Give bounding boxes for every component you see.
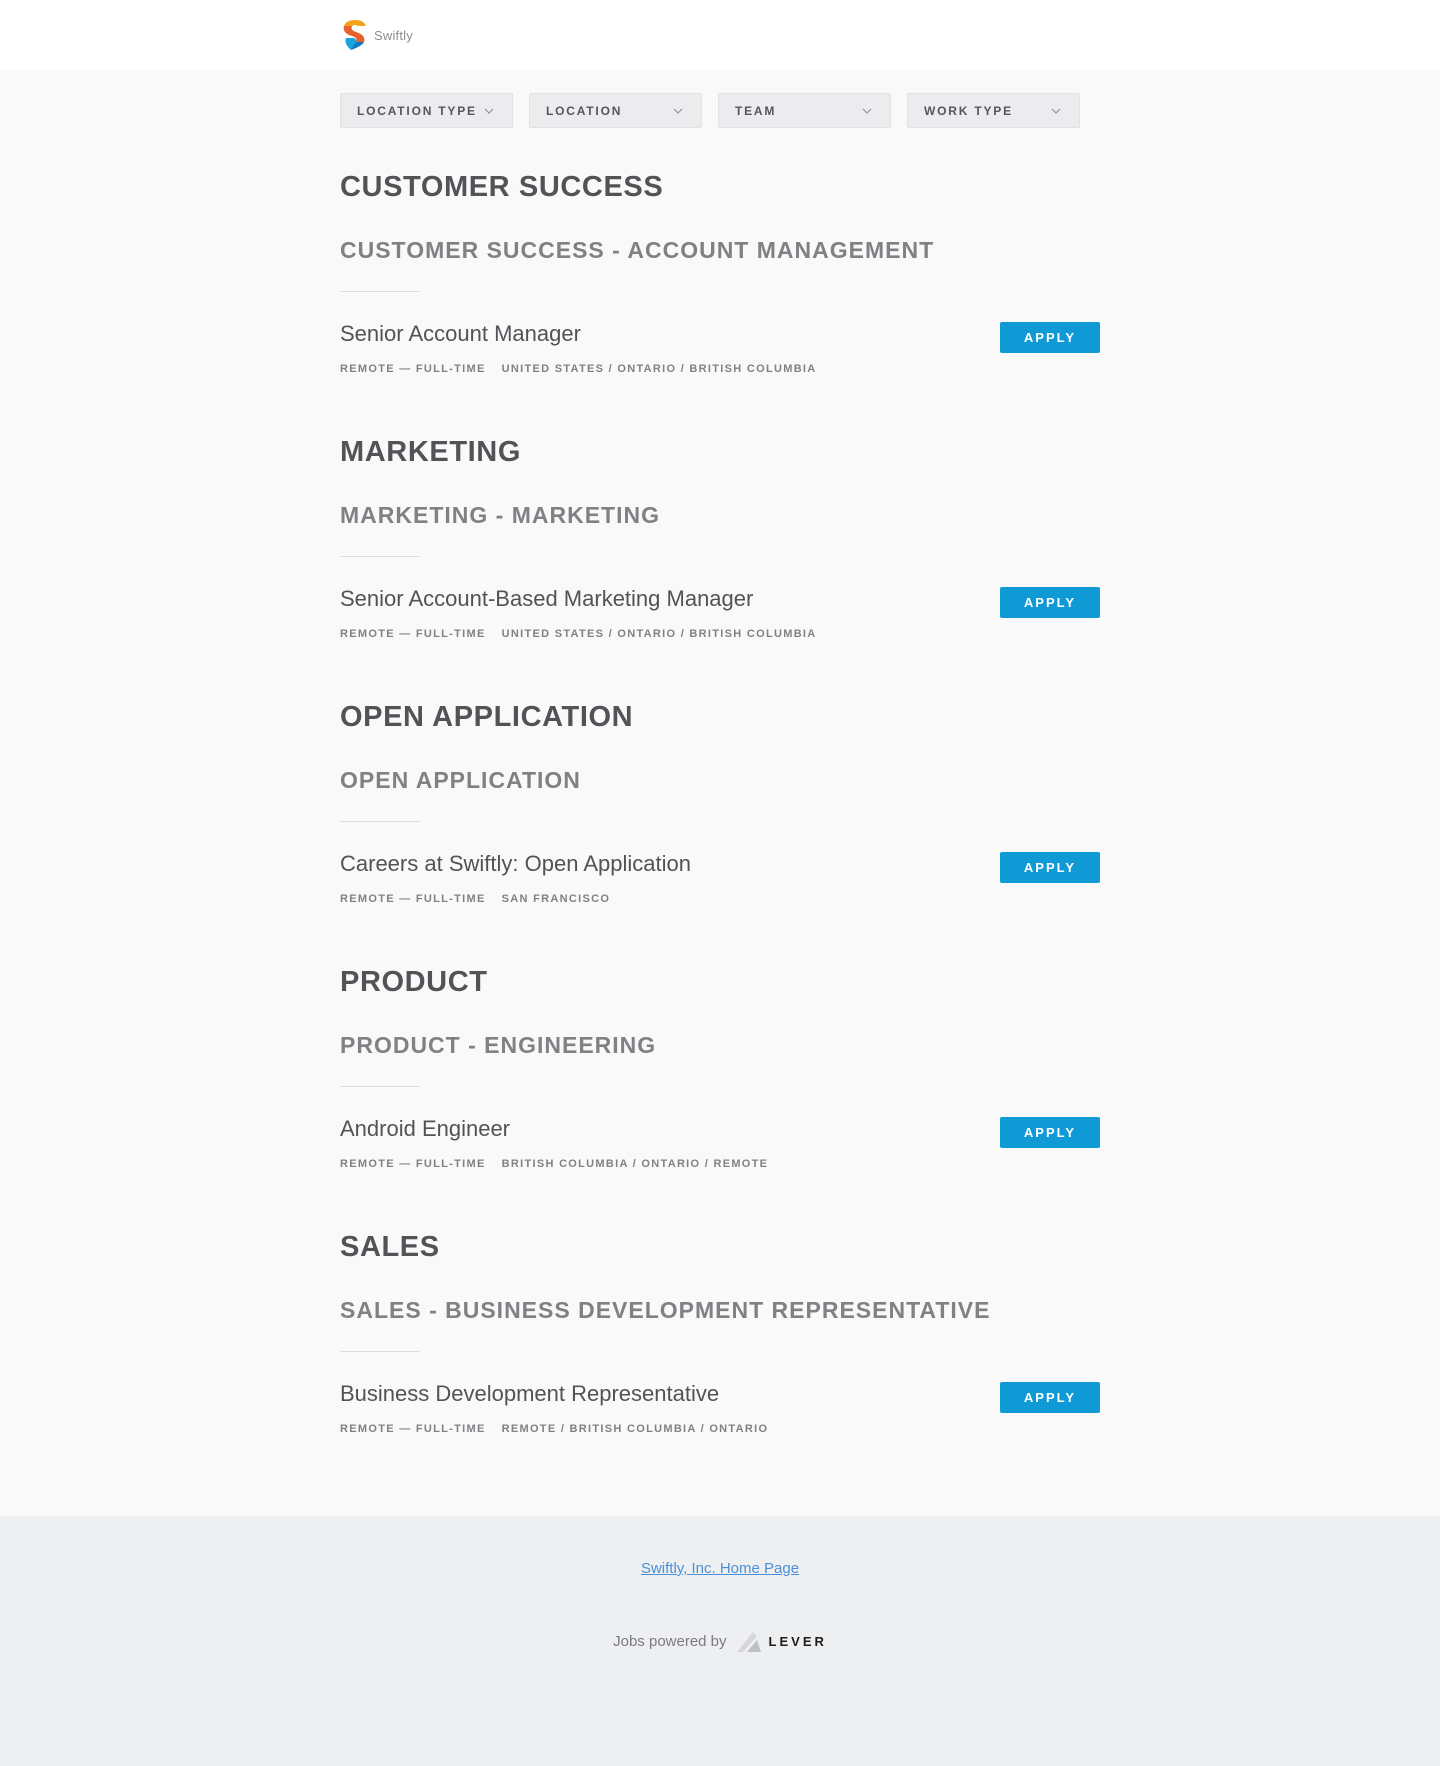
team-title: CUSTOMER SUCCESS - ACCOUNT MANAGEMENT	[340, 237, 935, 263]
team-title: MARKETING - MARKETING	[340, 502, 660, 528]
team-title: SALES - BUSINESS DEVELOPMENT REPRESENTAT…	[340, 1297, 991, 1323]
posting-group: MARKETING MARKETING - MARKETING Senior A…	[340, 415, 1100, 680]
posting-meta: REMOTE — FULL-TIME BRITISH COLUMBIA / ON…	[340, 1158, 768, 1170]
filter-label: TEAM	[735, 103, 777, 118]
posting-meta: REMOTE — FULL-TIME SAN FRANCISCO	[340, 893, 610, 905]
lever-logo-icon	[736, 1632, 761, 1652]
powered-by: Jobs powered by LEVER	[0, 1628, 1440, 1654]
posting-group: PRODUCT PRODUCT - ENGINEERING Android En…	[340, 945, 1100, 1210]
posting-commitment: REMOTE — FULL-TIME	[340, 363, 486, 375]
posting-location: SAN FRANCISCO	[501, 893, 611, 905]
lever-logo[interactable]: LEVER	[735, 1628, 827, 1654]
team-title: OPEN APPLICATION	[340, 767, 581, 793]
brand-name: Swiftly	[374, 27, 413, 43]
apply-button[interactable]: APPLY	[1000, 1117, 1100, 1148]
apply-button[interactable]: APPLY	[1000, 322, 1100, 353]
company-home-link[interactable]: Swiftly, Inc. Home Page	[641, 1560, 799, 1577]
filter-bar: LOCATION TYPE LOCATION TEAM WORK TYPE	[340, 93, 1080, 128]
posting-location: BRITISH COLUMBIA / ONTARIO / REMOTE	[501, 1158, 769, 1170]
posting-title-link[interactable]: Senior Account Manager	[340, 321, 581, 347]
divider	[340, 291, 420, 292]
swiftly-logo-icon	[343, 20, 366, 50]
filter-label: LOCATION TYPE	[357, 103, 477, 118]
filter-label: LOCATION	[546, 103, 623, 118]
group-title: MARKETING	[340, 436, 522, 468]
posting-location: UNITED STATES / ONTARIO / BRITISH COLUMB…	[501, 628, 817, 640]
divider	[340, 821, 420, 822]
posting-meta: REMOTE — FULL-TIME UNITED STATES / ONTAR…	[340, 363, 817, 375]
apply-button[interactable]: APPLY	[1000, 1382, 1100, 1413]
chevron-down-icon	[484, 108, 494, 114]
posting-commitment: REMOTE — FULL-TIME	[340, 1158, 486, 1170]
filter-label: WORK TYPE	[924, 103, 1013, 118]
brand-logo[interactable]: Swiftly	[340, 18, 413, 52]
postings-list: CUSTOMER SUCCESS CUSTOMER SUCCESS - ACCO…	[340, 150, 1100, 1475]
apply-button[interactable]: APPLY	[1000, 852, 1100, 883]
posting-meta: REMOTE — FULL-TIME UNITED STATES / ONTAR…	[340, 628, 817, 640]
posting-group: CUSTOMER SUCCESS CUSTOMER SUCCESS - ACCO…	[340, 150, 1100, 415]
filter-location-type[interactable]: LOCATION TYPE	[340, 93, 513, 128]
filter-location[interactable]: LOCATION	[529, 93, 702, 128]
posting-commitment: REMOTE — FULL-TIME	[340, 628, 486, 640]
posting-title-link[interactable]: Senior Account-Based Marketing Manager	[340, 586, 753, 612]
chevron-down-icon	[862, 108, 872, 114]
group-title: CUSTOMER SUCCESS	[340, 171, 664, 203]
posting-commitment: REMOTE — FULL-TIME	[340, 1423, 486, 1435]
posting-location: UNITED STATES / ONTARIO / BRITISH COLUMB…	[501, 363, 817, 375]
lever-wordmark: LEVER	[768, 1633, 827, 1649]
group-title: SALES	[340, 1231, 440, 1263]
posting-title-link[interactable]: Careers at Swiftly: Open Application	[340, 851, 691, 877]
divider	[340, 1086, 420, 1087]
home-link-row: Swiftly, Inc. Home Page	[0, 1560, 1440, 1578]
apply-button[interactable]: APPLY	[1000, 587, 1100, 618]
site-header: Swiftly	[0, 0, 1440, 70]
posting-title-link[interactable]: Android Engineer	[340, 1116, 510, 1142]
site-footer: Swiftly, Inc. Home Page Jobs powered by …	[0, 1516, 1440, 1766]
powered-by-text: Jobs powered by	[613, 1632, 727, 1650]
group-title: OPEN APPLICATION	[340, 701, 634, 733]
divider	[340, 1351, 420, 1352]
posting-commitment: REMOTE — FULL-TIME	[340, 893, 486, 905]
filter-work-type[interactable]: WORK TYPE	[907, 93, 1080, 128]
divider	[340, 556, 420, 557]
chevron-down-icon	[673, 108, 683, 114]
posting-location: REMOTE / BRITISH COLUMBIA / ONTARIO	[501, 1423, 769, 1435]
chevron-down-icon	[1051, 108, 1061, 114]
posting-meta: REMOTE — FULL-TIME REMOTE / BRITISH COLU…	[340, 1423, 768, 1435]
posting-title-link[interactable]: Business Development Representative	[340, 1381, 719, 1407]
group-title: PRODUCT	[340, 966, 488, 998]
filter-team[interactable]: TEAM	[718, 93, 891, 128]
team-title: PRODUCT - ENGINEERING	[340, 1032, 657, 1058]
posting-group: OPEN APPLICATION OPEN APPLICATION Career…	[340, 680, 1100, 945]
posting-group: SALES SALES - BUSINESS DEVELOPMENT REPRE…	[340, 1210, 1100, 1475]
